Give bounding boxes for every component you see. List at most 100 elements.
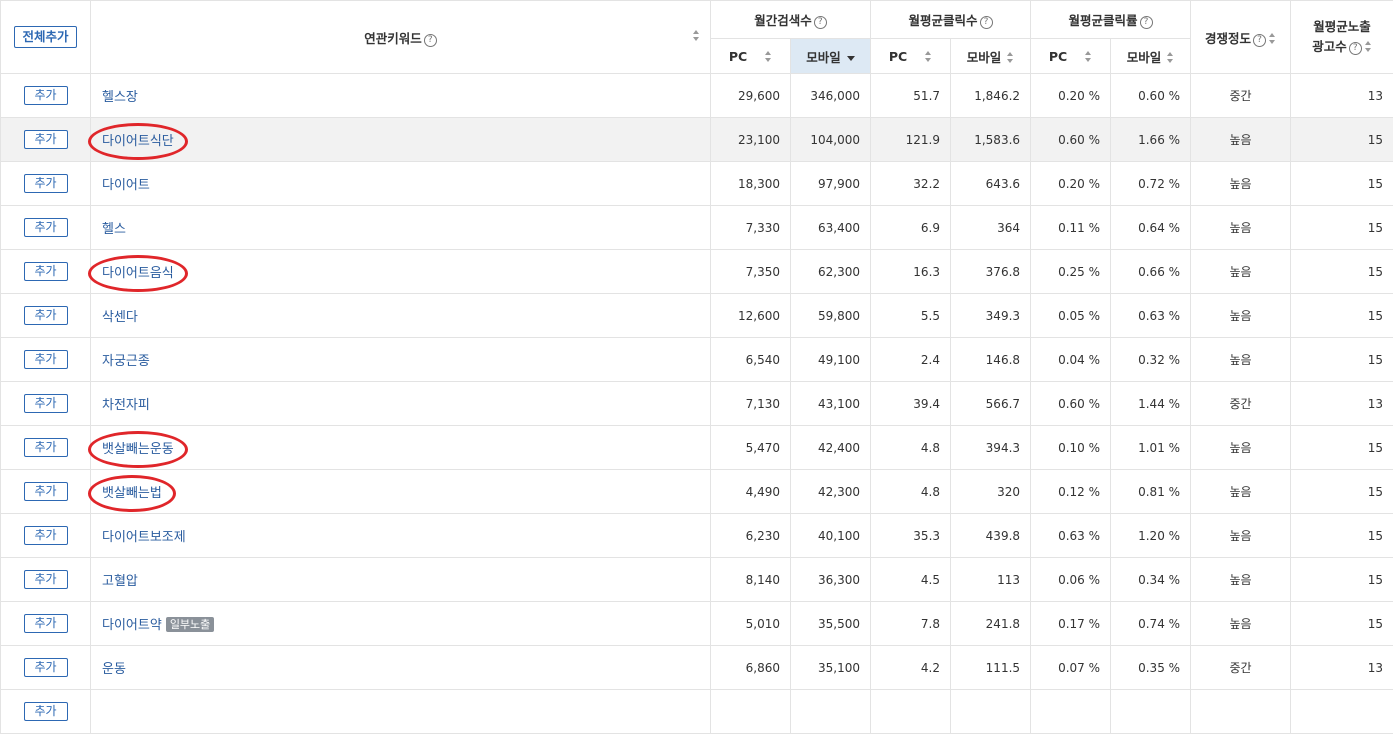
mobile-clicks-cell: 439.8 (951, 514, 1031, 558)
sort-desc-icon[interactable] (847, 56, 855, 61)
pc-clicks-cell: 4.5 (871, 558, 951, 602)
sort-icon[interactable] (925, 51, 932, 62)
mobile-clicks-cell: 643.6 (951, 162, 1031, 206)
competition-cell: 높음 (1191, 250, 1291, 294)
add-cell: 추가 (1, 382, 91, 426)
mobile-ctr-cell: 0.66 % (1111, 250, 1191, 294)
pc-ctr-cell: 0.06 % (1031, 558, 1111, 602)
mobile-search-cell: 42,400 (791, 426, 871, 470)
keyword-link[interactable]: 차전자피 (102, 398, 150, 413)
keyword-link[interactable]: 뱃살빼는운동 (102, 442, 174, 457)
pc-ctr-cell: 0.60 % (1031, 118, 1111, 162)
keyword-link[interactable]: 다이어트보조제 (102, 530, 186, 545)
keyword-cell: 다이어트보조제 (91, 514, 711, 558)
pc-ctr-subheader[interactable]: PC (1031, 39, 1111, 74)
add-button[interactable]: 추가 (24, 482, 68, 501)
sort-icon[interactable] (1007, 52, 1014, 63)
add-button[interactable]: 추가 (24, 350, 68, 369)
competition-label: 경쟁정도 (1205, 31, 1251, 46)
competition-cell: 높음 (1191, 118, 1291, 162)
keyword-link[interactable]: 자궁근종 (102, 354, 150, 369)
help-icon[interactable]: ? (424, 34, 437, 47)
mobile-clicks-cell: 241.8 (951, 602, 1031, 646)
help-icon[interactable]: ? (814, 16, 827, 29)
table-row: 추가다이어트18,30097,90032.2643.60.20 %0.72 %높… (1, 162, 1393, 206)
keyword-link[interactable]: 헬스장 (102, 90, 138, 105)
keyword-link[interactable]: 뱃살빼는법 (102, 486, 162, 501)
mobile-ctr-cell: 0.81 % (1111, 470, 1191, 514)
help-icon[interactable]: ? (1140, 16, 1153, 29)
sort-icon[interactable] (765, 51, 772, 62)
pc-search-subheader[interactable]: PC (711, 39, 791, 74)
keyword-cell: 운동 (91, 646, 711, 690)
mobile-search-cell: 36,300 (791, 558, 871, 602)
avg-clicks-label: 월평균클릭수 (909, 13, 978, 28)
sort-icon[interactable] (1085, 51, 1092, 62)
table-row: 추가뱃살빼는법4,49042,3004.83200.12 %0.81 %높음15 (1, 470, 1393, 514)
keyword-link[interactable]: 고혈압 (102, 574, 138, 589)
ad-count-header[interactable]: 월평균노출 광고수? (1291, 1, 1393, 74)
add-button[interactable]: 추가 (24, 438, 68, 457)
mobile-ctr-cell: 1.66 % (1111, 118, 1191, 162)
sort-icon[interactable] (693, 30, 700, 41)
keyword-cell: 다이어트음식 (91, 250, 711, 294)
keyword-link[interactable]: 다이어트음식 (102, 266, 174, 281)
help-icon[interactable]: ? (1253, 34, 1266, 47)
mobile-ctr-subheader[interactable]: 모바일 (1111, 39, 1191, 74)
keyword-link[interactable]: 다이어트식단 (102, 134, 174, 149)
add-button[interactable]: 추가 (24, 86, 68, 105)
pc-clicks-cell: 5.5 (871, 294, 951, 338)
competition-cell: 높음 (1191, 294, 1291, 338)
pc-search-cell: 23,100 (711, 118, 791, 162)
empty-cell (711, 690, 791, 734)
help-icon[interactable]: ? (1349, 42, 1362, 55)
add-button[interactable]: 추가 (24, 526, 68, 545)
keyword-link[interactable]: 삭센다 (102, 310, 138, 325)
add-button[interactable]: 추가 (24, 614, 68, 633)
help-icon[interactable]: ? (980, 16, 993, 29)
add-button[interactable]: 추가 (24, 394, 68, 413)
keyword-link[interactable]: 헬스 (102, 222, 126, 237)
keyword-link[interactable]: 다이어트약 (102, 618, 162, 633)
mobile-ctr-cell: 1.44 % (1111, 382, 1191, 426)
add-button[interactable]: 추가 (24, 658, 68, 677)
competition-header[interactable]: 경쟁정도? (1191, 1, 1291, 74)
mobile-search-cell: 43,100 (791, 382, 871, 426)
sort-icon[interactable] (1365, 41, 1372, 52)
sort-icon[interactable] (1167, 52, 1174, 63)
table-row: 추가 (1, 690, 1393, 734)
mobile-clicks-subheader[interactable]: 모바일 (951, 39, 1031, 74)
pc-clicks-cell: 4.8 (871, 470, 951, 514)
sort-icon[interactable] (1269, 33, 1276, 44)
competition-cell: 높음 (1191, 338, 1291, 382)
mobile-clicks-cell: 320 (951, 470, 1031, 514)
pc-search-cell: 18,300 (711, 162, 791, 206)
keyword-header[interactable]: 연관키워드? (91, 1, 711, 74)
mobile-search-cell: 35,500 (791, 602, 871, 646)
mobile-search-cell: 59,800 (791, 294, 871, 338)
pc-clicks-subheader[interactable]: PC (871, 39, 951, 74)
add-cell: 추가 (1, 690, 91, 734)
add-button[interactable]: 추가 (24, 262, 68, 281)
pc-ctr-cell: 0.60 % (1031, 382, 1111, 426)
table-row: 추가뱃살빼는운동5,47042,4004.8394.30.10 %1.01 %높… (1, 426, 1393, 470)
add-button[interactable]: 추가 (24, 702, 68, 721)
ad-count-label-line1: 월평균노출 (1291, 17, 1393, 37)
keyword-link[interactable]: 다이어트 (102, 178, 150, 193)
keyword-link[interactable]: 운동 (102, 662, 126, 677)
competition-cell: 중간 (1191, 74, 1291, 118)
add-all-cell: 전체추가 (1, 1, 91, 74)
add-button[interactable]: 추가 (24, 306, 68, 325)
mobile-search-cell: 35,100 (791, 646, 871, 690)
add-button[interactable]: 추가 (24, 218, 68, 237)
add-button[interactable]: 추가 (24, 570, 68, 589)
pc-search-cell: 7,350 (711, 250, 791, 294)
table-row: 추가다이어트약일부노출5,01035,5007.8241.80.17 %0.74… (1, 602, 1393, 646)
add-button[interactable]: 추가 (24, 174, 68, 193)
add-cell: 추가 (1, 162, 91, 206)
keyword-cell: 다이어트 (91, 162, 711, 206)
add-button[interactable]: 추가 (24, 130, 68, 149)
pc-ctr-cell: 0.20 % (1031, 162, 1111, 206)
add-all-button[interactable]: 전체추가 (14, 26, 76, 48)
mobile-search-subheader[interactable]: 모바일 (791, 39, 871, 74)
